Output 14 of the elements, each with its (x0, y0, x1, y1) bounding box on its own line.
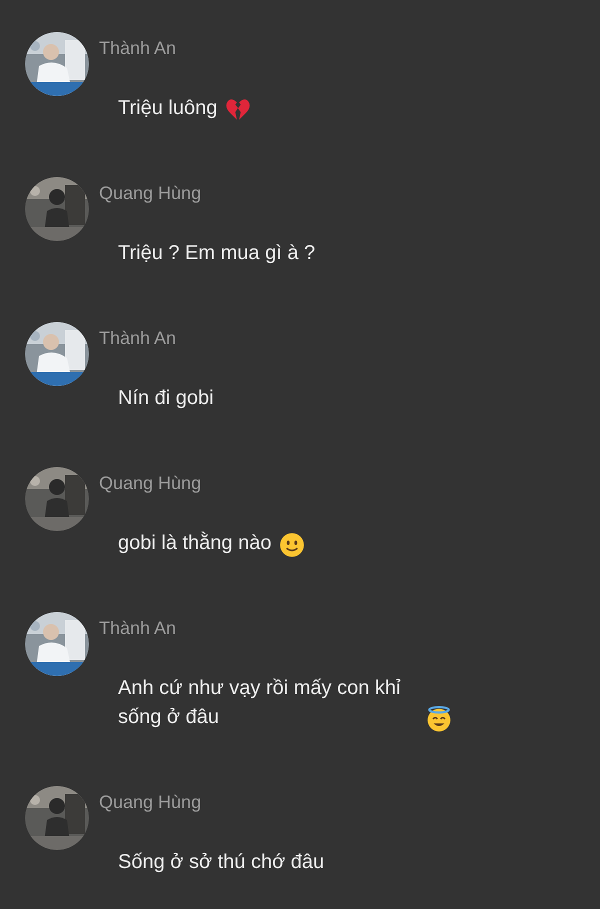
sender-name: Thành An (99, 37, 178, 60)
message-text: Triệu ? Em mua gì à ? (118, 241, 316, 266)
message-text: gobi là thằng nào (118, 530, 272, 556)
message-text: Nín đi gobi (118, 386, 214, 411)
sender-name: Quang Hùng (99, 182, 202, 205)
sender-name: Thành An (99, 617, 178, 640)
sender-name: Quang Hùng (99, 791, 202, 814)
message-text: Sống ở sở thú chớ đâu (118, 850, 324, 875)
sender-name: Thành An (99, 327, 178, 350)
halo-face-icon (426, 706, 452, 732)
message-text: Anh cứ như vạy rồi mấy con khỉ sống ở đâu (118, 676, 402, 730)
message-text: Triệu luông (118, 96, 218, 121)
sender-name: Quang Hùng (99, 472, 202, 495)
smiling-face-icon (279, 532, 306, 558)
